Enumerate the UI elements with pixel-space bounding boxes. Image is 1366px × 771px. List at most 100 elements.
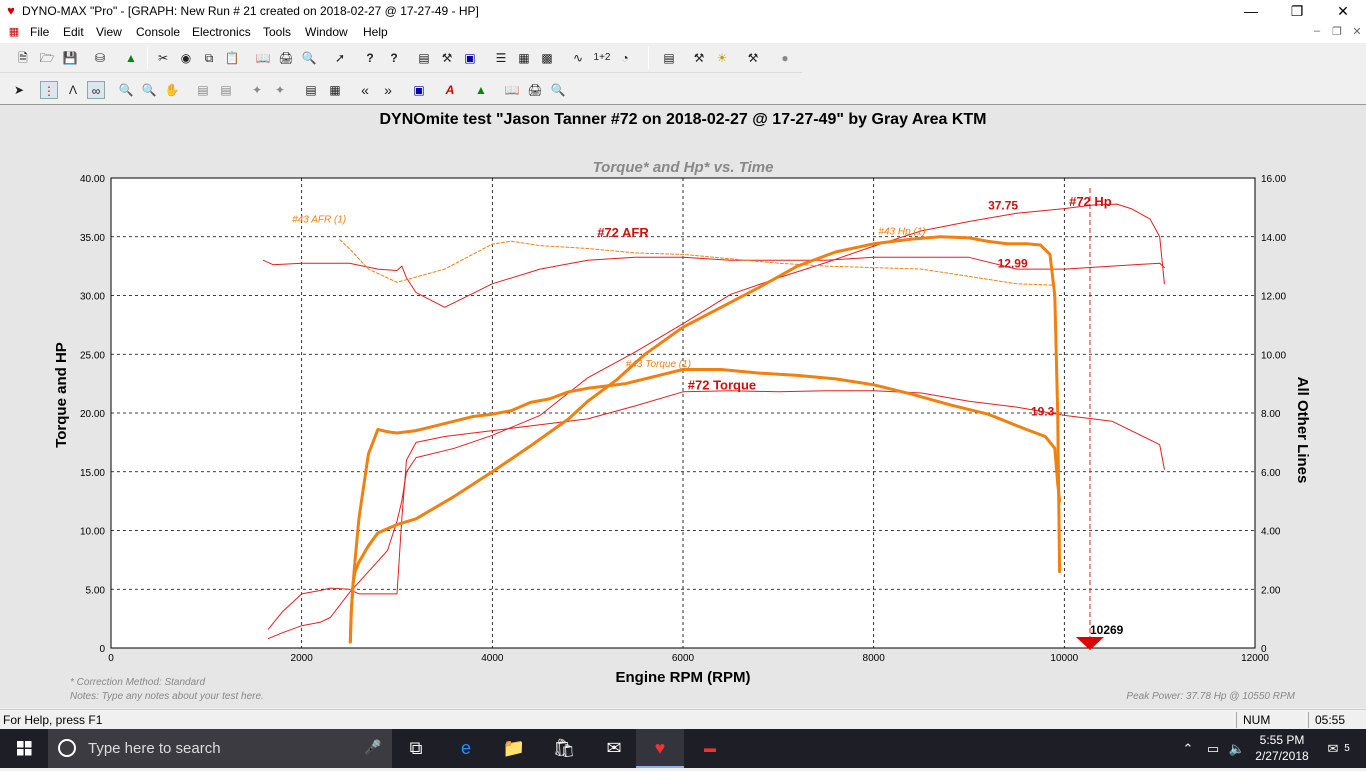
new-file-icon[interactable]: 🗎 <box>14 49 32 67</box>
pin-icon[interactable]: ➤ <box>10 81 28 99</box>
document-icon[interactable]: ▦ <box>6 25 22 38</box>
wave-tool-icon[interactable]: ✦ <box>248 81 266 99</box>
series-label: #72 Torque <box>688 378 756 393</box>
taskbar-clock[interactable]: 5:55 PM 2/27/2018 <box>1251 732 1313 764</box>
scissors-icon[interactable]: ✂ <box>154 49 172 67</box>
book-icon[interactable]: 📖 <box>254 49 272 67</box>
copy-icon[interactable]: ⧉ <box>200 49 218 67</box>
y2-tick-label: 2.00 <box>1261 585 1281 596</box>
binoculars-icon[interactable]: ◉ <box>177 49 195 67</box>
print-icon[interactable]: 🖨 <box>277 49 295 67</box>
wrench-icon[interactable]: ⚒ <box>438 49 456 67</box>
next-icon[interactable]: » <box>379 81 397 99</box>
taskbar-search[interactable]: Type here to search 🎤 <box>48 729 392 768</box>
hammer-icon[interactable]: ⚒ <box>744 49 762 67</box>
record-icon[interactable]: ● <box>776 49 794 67</box>
cursor-line-icon[interactable]: ⋮ <box>40 81 58 99</box>
glasses-icon[interactable]: ∞ <box>87 81 105 99</box>
table-icon[interactable]: ▦ <box>515 49 533 67</box>
y2-tick-label: 0 <box>1261 644 1267 655</box>
print2-icon[interactable]: 🖨 <box>526 81 544 99</box>
wave-icon[interactable]: ∿ <box>569 49 587 67</box>
book2-icon[interactable]: 📖 <box>503 81 521 99</box>
menu-file[interactable]: File <box>30 25 49 39</box>
main-toolbar: 🗎 🗁 💾 ⛁ ▲ ✂ ◉ ⧉ 📋 📖 🖨 🔍 ➚ ? ? ▤ ⚒ ▣ ☰ ▦ … <box>0 43 802 73</box>
volume-icon[interactable]: 🔈 <box>1226 729 1248 768</box>
window-icon[interactable]: ▤ <box>302 81 320 99</box>
task-view-icon[interactable]: ⧉ <box>392 729 440 768</box>
stack2-icon[interactable]: ▤ <box>217 81 235 99</box>
maximize-button[interactable]: ❐ <box>1274 0 1320 23</box>
mdi-close-button[interactable]: ✕ <box>1349 25 1365 38</box>
open-folder-icon[interactable]: 🗁 <box>38 49 56 67</box>
dynomax-taskbar-icon[interactable]: ♥ <box>636 729 684 768</box>
dyno-graph[interactable]: DYNOmite test "Jason Tanner #72 on 2018-… <box>0 104 1366 708</box>
help-icon[interactable]: ? <box>361 49 379 67</box>
window-title: DYNO-MAX "Pro" - [GRAPH: New Run # 21 cr… <box>22 4 479 18</box>
chart-icon[interactable]: ▲ <box>472 81 490 99</box>
menu-edit[interactable]: Edit <box>63 25 84 39</box>
monitor-icon[interactable]: ▣ <box>461 49 479 67</box>
tray-chevron-icon[interactable]: ⌃ <box>1178 729 1198 768</box>
start-button[interactable] <box>0 729 48 768</box>
paste-icon[interactable]: 📋 <box>223 49 241 67</box>
menu-electronics[interactable]: Electronics <box>192 25 251 39</box>
stack-icon[interactable]: ▤ <box>194 81 212 99</box>
dialog-icon[interactable]: ▤ <box>415 49 433 67</box>
settings-window-icon[interactable]: ▤ <box>660 49 678 67</box>
list-icon[interactable]: ☰ <box>492 49 510 67</box>
tools-icon[interactable]: ⚒ <box>690 49 708 67</box>
clock-time: 5:55 PM <box>1259 733 1305 747</box>
text-color-icon[interactable]: A <box>441 81 459 99</box>
print-preview-icon[interactable]: 🔍 <box>300 49 318 67</box>
save-all-icon[interactable]: ⛁ <box>91 49 109 67</box>
notification-count: 5 <box>1344 743 1350 754</box>
x-tick-label: 10000 <box>1050 653 1078 664</box>
menu-view[interactable]: View <box>96 25 122 39</box>
store-icon[interactable]: 🛍 <box>540 729 588 768</box>
menu-tools[interactable]: Tools <box>263 25 291 39</box>
title-bar: ♥ DYNO-MAX "Pro" - [GRAPH: New Run # 21 … <box>0 0 1366 23</box>
pointer-help-icon[interactable]: ➚ <box>331 49 349 67</box>
status-bar: For Help, press F1 NUM 05:55 PM <box>0 709 1366 743</box>
grid-icon[interactable]: ▩ <box>538 49 556 67</box>
microphone-icon[interactable]: 🎤 <box>364 739 381 756</box>
wave-tool2-icon[interactable]: ✦ <box>271 81 289 99</box>
edge-browser-icon[interactable]: e <box>442 729 490 768</box>
graph-notes[interactable]: Notes: Type any notes about your test he… <box>70 691 264 702</box>
gauge-icon[interactable]: ◔ <box>616 49 634 67</box>
close-button[interactable]: ✕ <box>1320 0 1366 23</box>
tree-icon[interactable]: ▲ <box>122 49 140 67</box>
menu-console[interactable]: Console <box>136 25 180 39</box>
app-icon: ♥ <box>7 3 15 18</box>
peak-icon[interactable]: Λ <box>64 81 82 99</box>
mdi-minimize-button[interactable]: – <box>1309 25 1325 37</box>
prev-icon[interactable]: « <box>356 81 374 99</box>
series-label: #72 AFR <box>597 225 649 240</box>
mail-icon[interactable]: ✉ <box>590 729 638 768</box>
search-placeholder: Type here to search <box>88 740 221 757</box>
y-tick-label: 0 <box>99 644 105 655</box>
zoom-out-icon[interactable]: 🔍 <box>140 81 158 99</box>
save-icon[interactable]: 💾 <box>61 49 79 67</box>
monitor2-icon[interactable]: ▣ <box>410 81 428 99</box>
preview2-icon[interactable]: 🔍 <box>549 81 567 99</box>
series-label: 19.3 <box>1031 404 1055 418</box>
bulb-icon[interactable]: ☀ <box>713 49 731 67</box>
table2-icon[interactable]: ▦ <box>326 81 344 99</box>
status-num: NUM <box>1236 712 1308 728</box>
dyno-chart[interactable]: DYNOmite test "Jason Tanner #72 on 2018-… <box>0 105 1366 709</box>
mdi-restore-button[interactable]: ❐ <box>1329 25 1345 38</box>
y-tick-label: 5.00 <box>86 585 106 596</box>
ratio-icon[interactable]: 1+2 <box>591 49 613 67</box>
zoom-in-icon[interactable]: 🔍 <box>117 81 135 99</box>
context-help-icon[interactable]: ? <box>385 49 403 67</box>
battery-icon[interactable]: ▭ <box>1202 729 1224 768</box>
menu-bar: ▦ File Edit View Console Electronics Too… <box>0 23 1366 43</box>
menu-window[interactable]: Window <box>305 25 348 39</box>
menu-help[interactable]: Help <box>363 25 388 39</box>
pcv-taskbar-icon[interactable]: ▬ <box>686 729 734 768</box>
file-explorer-icon[interactable]: 📁 <box>490 729 538 768</box>
hand-icon[interactable]: ✋ <box>163 81 181 99</box>
minimize-button[interactable]: — <box>1228 0 1274 23</box>
